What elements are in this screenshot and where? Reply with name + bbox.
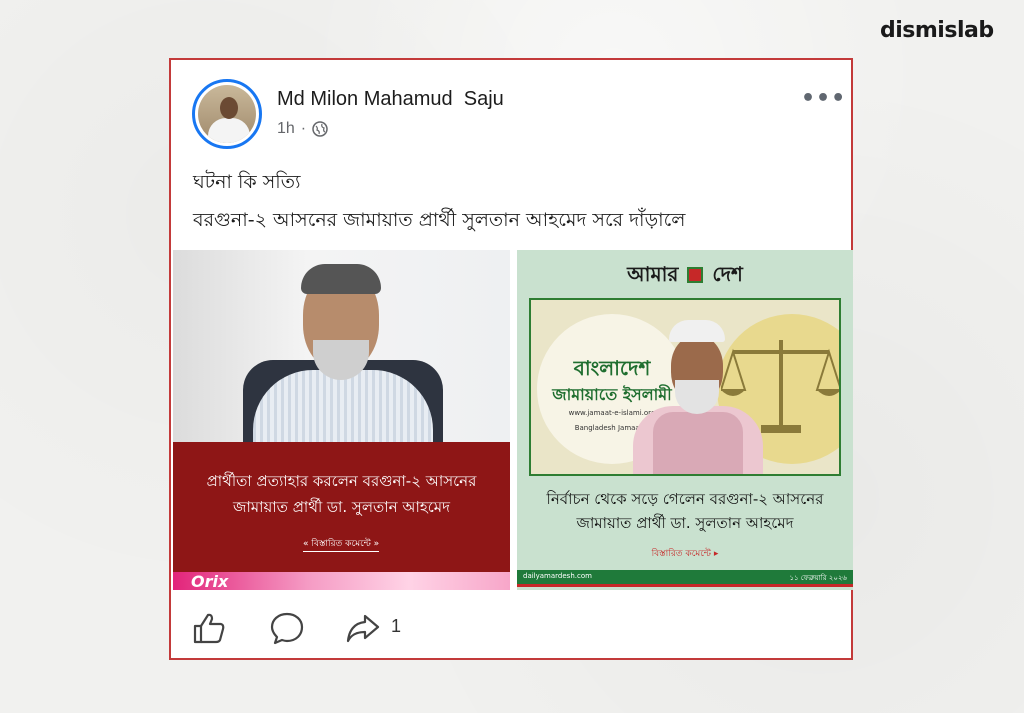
left-more-label: « বিস্তারিত কমেন্টে » bbox=[303, 536, 380, 552]
more-options-icon[interactable]: ••• bbox=[801, 86, 846, 111]
footer-redline bbox=[517, 584, 853, 587]
right-headline-line-2: জামায়াত প্রার্থী ডা. সুলতান আহমেদ bbox=[576, 514, 794, 532]
newspaper-masthead: আমার দেশ bbox=[517, 260, 853, 293]
share-count: 1 bbox=[391, 616, 402, 636]
comment-bubble-icon[interactable] bbox=[269, 610, 305, 646]
ad-strip: Orix bbox=[173, 572, 510, 590]
right-headline-line-1: নির্বাচন থেকে সড়ে গেলেন বরগুনা-২ আসনের bbox=[546, 490, 824, 508]
post-text-line-2: বরগুনা-২ আসনের জামায়াত প্রার্থী সুলতান … bbox=[193, 209, 686, 231]
brand-logo: dismislab bbox=[880, 18, 994, 43]
avatar[interactable] bbox=[192, 79, 262, 149]
avatar-photo bbox=[198, 85, 256, 143]
masthead-left: আমার bbox=[627, 262, 679, 286]
thumbs-up-icon[interactable] bbox=[191, 610, 227, 646]
post-meta: 1h · bbox=[277, 120, 328, 138]
news-photo-left bbox=[173, 250, 510, 450]
globe-icon bbox=[312, 121, 328, 137]
author-name[interactable]: Md Milon Mahamud Saju bbox=[277, 88, 504, 111]
news-graphic-panel: বাংলাদেশ জামায়াতে ইসলামী www.jamaat-e-i… bbox=[529, 298, 841, 476]
share-arrow-icon[interactable] bbox=[345, 610, 381, 646]
post-image-right[interactable]: আমার দেশ বাংলাদেশ জামায়াতে ইসলামী www.j… bbox=[517, 250, 853, 590]
masthead-right: দেশ bbox=[712, 262, 743, 286]
footer-site: dailyamardesh.com bbox=[523, 572, 592, 580]
masthead-logo-icon bbox=[687, 267, 704, 283]
footer-date: ১১ ফেব্রুয়ারি ২০২৬ bbox=[789, 574, 847, 582]
news-banner-left: প্রার্থীতা প্রত্যাহার করলেন বরগুনা-২ আসন… bbox=[173, 442, 510, 572]
right-more-label: বিস্তারিত কমেন্টে ▸ bbox=[651, 549, 719, 559]
left-headline-line-2: জামায়াত প্রার্থী ডা. সুলতান আহমেদ bbox=[233, 498, 450, 516]
post-text-line-1: ঘটনা কি সত্যি bbox=[193, 171, 301, 193]
left-headline-line-1: প্রার্থীতা প্রত্যাহার করলেন বরগুনা-২ আসন… bbox=[206, 472, 477, 490]
facebook-post-card: Md Milon Mahamud Saju 1h · ••• ঘটনা কি স… bbox=[169, 58, 853, 660]
meta-separator: · bbox=[300, 120, 307, 137]
post-time[interactable]: 1h bbox=[277, 120, 295, 138]
post-image-left[interactable]: প্রার্থীতা প্রত্যাহার করলেন বরগুনা-২ আসন… bbox=[173, 250, 510, 590]
ad-brand-text: Orix bbox=[191, 572, 229, 590]
candidate-photo bbox=[623, 320, 773, 474]
post-actions: 1 bbox=[171, 592, 851, 658]
news-footer: dailyamardesh.com ১১ ফেব্রুয়ারি ২০২৬ bbox=[517, 570, 853, 584]
